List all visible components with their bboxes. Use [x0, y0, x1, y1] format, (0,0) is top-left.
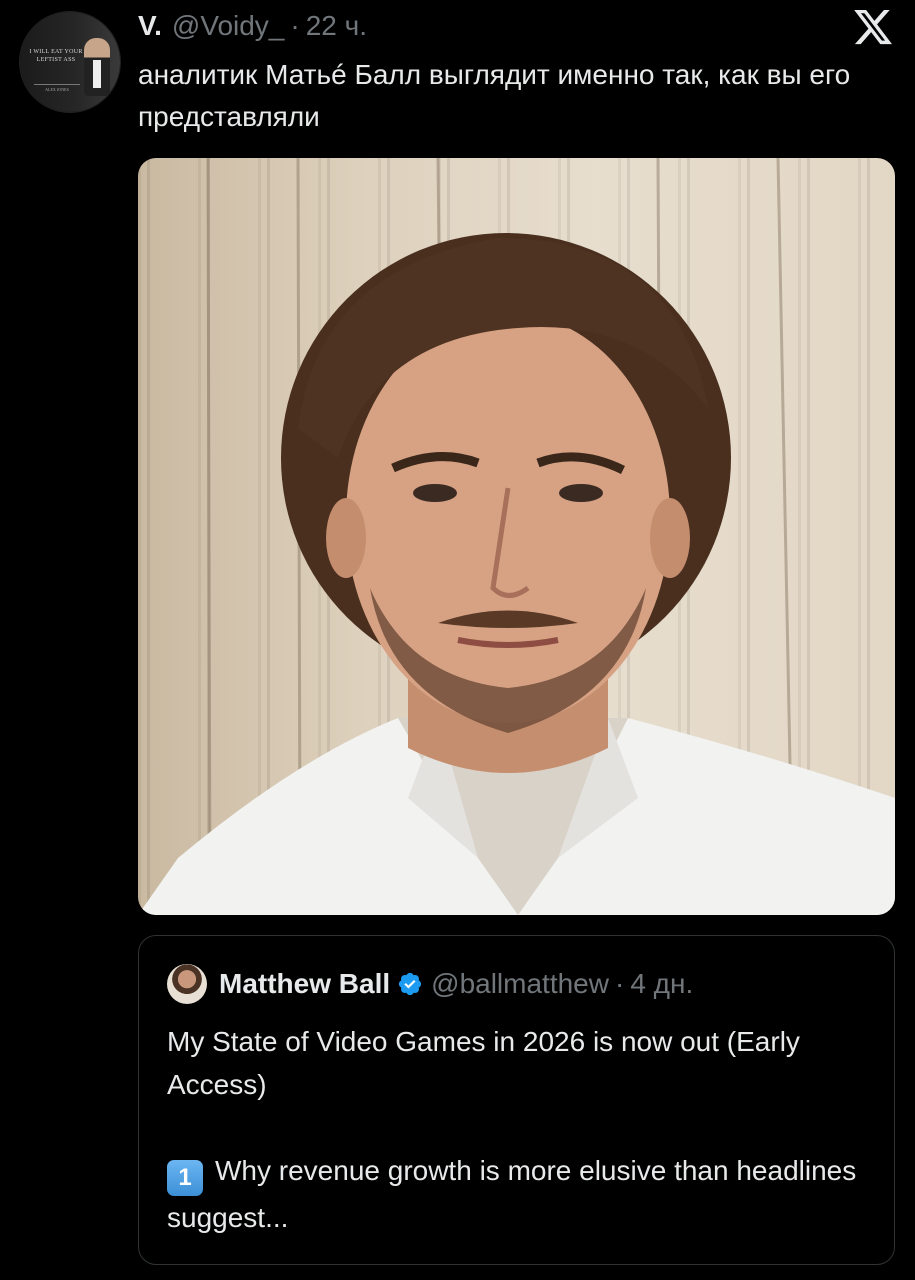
quoted-author-handle[interactable]: @ballmatthew: [431, 968, 609, 1000]
quoted-text-line1: My State of Video Games in 2026 is now o…: [167, 1026, 800, 1100]
quoted-text-line2-row: 1 Why revenue growth is more elusive than…: [167, 1149, 867, 1239]
quoted-author-name[interactable]: Matthew Ball: [219, 968, 390, 1000]
avatar-caption: ALEX JONES: [34, 84, 80, 92]
author-name[interactable]: V.: [138, 10, 162, 42]
quoted-text: My State of Video Games in 2026 is now o…: [167, 1020, 867, 1239]
quoted-tweet[interactable]: Matthew Ball @ballmatthew · 4 дн. My Sta…: [138, 935, 895, 1265]
verified-badge-icon: [399, 972, 422, 996]
tweet-header: V. @Voidy_ · 22 ч.: [138, 8, 367, 44]
tweet-photo[interactable]: [138, 158, 895, 915]
avatar-figure: [84, 38, 110, 96]
quoted-header: Matthew Ball @ballmatthew · 4 дн.: [167, 964, 693, 1004]
quoted-text-line2: Why revenue growth is more elusive than …: [167, 1155, 857, 1233]
keycap-1-icon: 1: [167, 1160, 203, 1196]
quoted-avatar[interactable]: [167, 964, 207, 1004]
quoted-time[interactable]: 4 дн.: [630, 968, 693, 1000]
tweet-text: аналитик Матьé Балл выглядит именно так,…: [138, 59, 851, 132]
author-handle[interactable]: @Voidy_: [172, 10, 285, 42]
x-logo-icon: [854, 9, 892, 45]
quoted-separator: ·: [614, 968, 625, 999]
header-separator: ·: [290, 10, 300, 41]
avatar-text: I WILL EAT YOUR LEFTIST ASS: [29, 49, 83, 63]
author-avatar[interactable]: I WILL EAT YOUR LEFTIST ASS ALEX JONES: [20, 12, 120, 112]
tweet-time[interactable]: 22 ч.: [306, 10, 367, 42]
portrait-illustration: [138, 158, 895, 915]
